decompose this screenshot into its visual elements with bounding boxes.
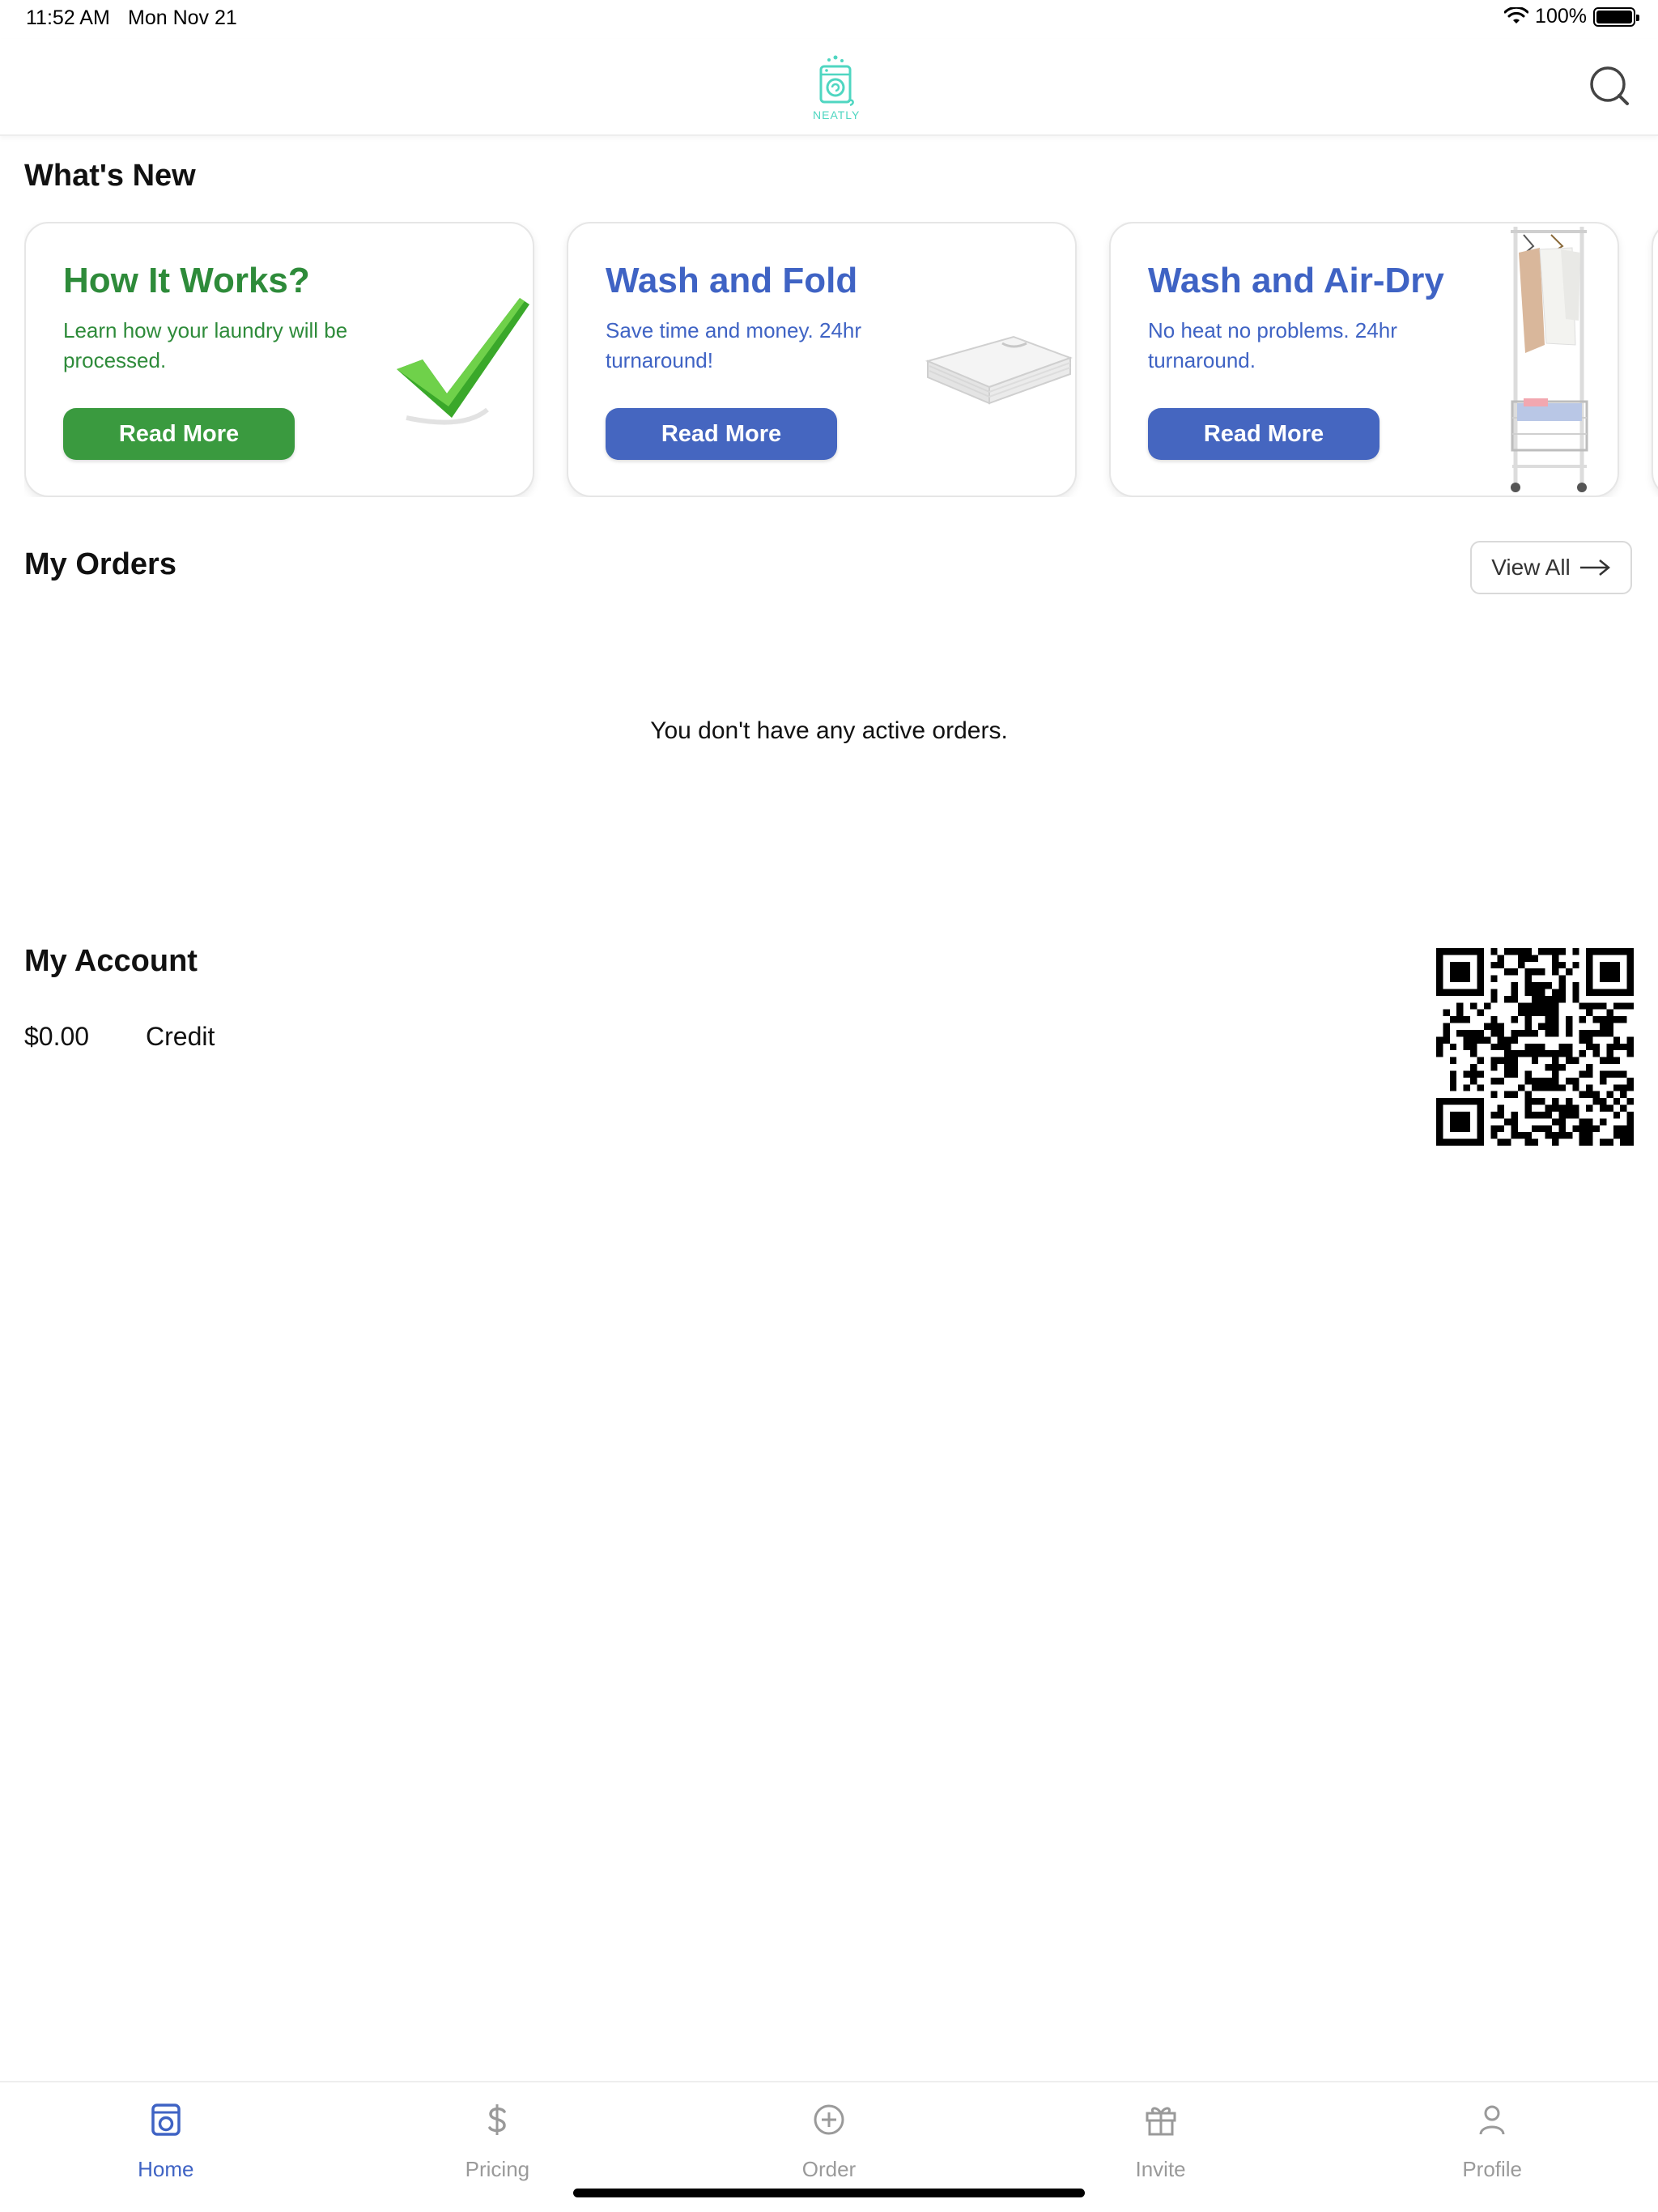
home-washer-icon	[151, 2104, 181, 2136]
tab-profile[interactable]: Profile	[1326, 2082, 1658, 2212]
read-more-button[interactable]: Read More	[1148, 408, 1380, 460]
credit-amount: $0.00	[24, 1022, 90, 1051]
arrow-right-icon	[1579, 559, 1610, 576]
tab-label: Home	[138, 2157, 194, 2181]
washing-machine-icon	[819, 55, 854, 107]
card-wash-and-air-dry[interactable]: Wash and Air-Dry No heat no problems. 24…	[1109, 222, 1619, 497]
view-all-label: View All	[1491, 555, 1571, 580]
my-orders-title: My Orders	[24, 547, 176, 581]
card-description: Save time and money. 24hr turnaround!	[606, 318, 862, 372]
status-date: Mon Nov 21	[128, 6, 237, 29]
home-indicator	[573, 2189, 1085, 2197]
empty-orders-message: You don't have any active orders.	[650, 717, 1008, 744]
folded-shirts-illustration	[925, 335, 1073, 405]
brand-logo[interactable]: NEATLY	[813, 55, 861, 121]
battery-percentage: 100%	[1535, 5, 1587, 28]
brand-name: NEATLY	[813, 108, 861, 121]
status-indicators: 100%	[1504, 5, 1639, 28]
gift-icon	[1146, 2107, 1176, 2136]
read-more-button[interactable]: Read More	[63, 408, 295, 460]
dollar-icon	[488, 2104, 507, 2135]
battery-icon	[1593, 6, 1639, 27]
tab-label: Invite	[1135, 2157, 1186, 2181]
chat-bubble-icon	[1590, 66, 1629, 105]
card-how-it-works[interactable]: How It Works? Learn how your laundry wil…	[24, 222, 534, 497]
card-title: How It Works?	[63, 261, 310, 300]
tab-label: Pricing	[465, 2157, 530, 2181]
chat-button[interactable]	[1588, 65, 1630, 107]
read-more-button[interactable]: Read More	[606, 408, 837, 460]
card-title: Wash and Air-Dry	[1148, 261, 1444, 300]
wifi-icon	[1504, 6, 1529, 23]
person-icon	[1479, 2105, 1505, 2135]
my-account-title: My Account	[24, 944, 198, 978]
whats-new-carousel[interactable]: How It Works? Learn how your laundry wil…	[24, 222, 1658, 497]
status-bar: 11:52 AM Mon Nov 21 100%	[0, 0, 1658, 39]
card-title: Wash and Fold	[606, 261, 858, 300]
tab-label: Profile	[1462, 2157, 1523, 2181]
plus-circle-icon	[814, 2104, 844, 2135]
card-wash-and-fold[interactable]: Wash and Fold Save time and money. 24hr …	[567, 222, 1077, 497]
card-description: Learn how your laundry will be processed…	[63, 318, 348, 372]
app-header: NEATLY	[0, 39, 1658, 136]
status-time: 11:52 AM	[26, 6, 110, 29]
tab-home[interactable]: Home	[0, 2082, 332, 2212]
credit-label: Credit	[146, 1022, 215, 1051]
tab-label: Order	[801, 2157, 857, 2181]
view-all-button[interactable]: View All	[1470, 541, 1632, 594]
clothes-rack-illustration	[1511, 227, 1588, 492]
card-description: No heat no problems. 24hr turnaround.	[1148, 318, 1397, 372]
whats-new-title: What's New	[24, 159, 196, 193]
card-next-peek[interactable]	[1652, 222, 1658, 497]
qr-code[interactable]	[1436, 948, 1634, 1146]
checkmark-illustration	[397, 298, 529, 425]
